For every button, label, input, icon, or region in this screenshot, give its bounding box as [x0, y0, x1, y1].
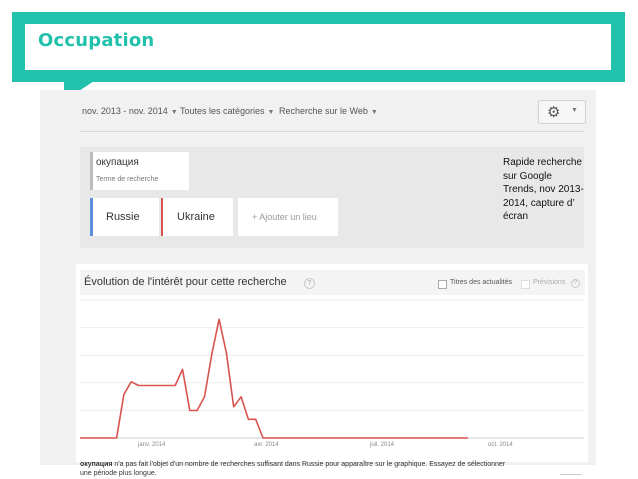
x-tick-label: oct. 2014 — [488, 442, 513, 448]
x-tick-label: juil. 2014 — [370, 442, 395, 448]
series-line-ukraine — [80, 318, 468, 439]
chart-series — [80, 318, 468, 439]
divider — [560, 474, 582, 475]
footer-message: окупация n'a pas fait l'objet d'un nombr… — [80, 460, 510, 478]
x-tick-label: janv. 2014 — [138, 442, 166, 448]
footer-text: n'a pas fait l'objet d'un nombre de rech… — [80, 461, 506, 477]
chart-grid — [80, 299, 584, 439]
interest-chart — [80, 299, 584, 439]
footer-term: окупация — [80, 461, 113, 468]
x-tick-label: avr. 2014 — [254, 442, 279, 448]
